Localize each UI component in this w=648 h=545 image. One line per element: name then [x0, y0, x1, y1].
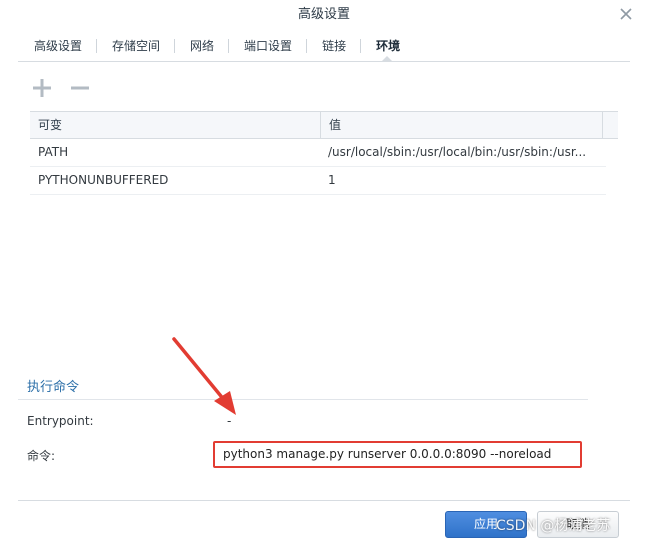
tab-port-settings[interactable]: 端口设置 [228, 32, 306, 61]
section-divider [18, 399, 588, 400]
env-variable-name: PYTHONUNBUFFERED [38, 173, 169, 187]
table-row[interactable]: PATH /usr/local/sbin:/usr/local/bin:/usr… [30, 139, 606, 167]
table-header: 可变 值 [30, 111, 618, 139]
command-field[interactable]: python3 manage.py runserver 0.0.0.0:8090… [213, 441, 582, 468]
env-variable-value: /usr/local/sbin:/usr/local/bin:/usr/sbin… [328, 145, 587, 159]
minus-icon[interactable] [68, 76, 92, 100]
tab-storage[interactable]: 存储空间 [96, 32, 174, 61]
tab-network[interactable]: 网络 [174, 32, 228, 61]
window-title: 高级设置 [297, 7, 350, 22]
tab-bar: 高级设置 存储空间 网络 端口设置 链接 环境 [18, 30, 630, 63]
plus-icon[interactable] [30, 76, 54, 100]
apply-button[interactable]: 应用 [445, 511, 527, 538]
tab-environment-label: 环境 [376, 39, 401, 53]
footer-divider [18, 500, 630, 501]
close-icon[interactable] [618, 6, 634, 22]
env-variable-value: 1 [328, 173, 336, 187]
env-toolbar [30, 76, 92, 100]
column-header-spacer [602, 112, 618, 138]
cancel-button[interactable]: 取消 [537, 511, 619, 538]
red-arrow-annotation [172, 337, 236, 415]
active-tab-indicator [382, 58, 393, 63]
table-row[interactable]: PYTHONUNBUFFERED 1 [30, 167, 606, 195]
env-variable-name: PATH [38, 145, 69, 159]
column-header-value[interactable]: 值 [320, 112, 602, 138]
entrypoint-label: Entrypoint: [27, 414, 94, 428]
environment-table: 可变 值 PATH /usr/local/sbin:/usr/local/bin… [30, 111, 618, 195]
command-label: 命令: [27, 449, 56, 463]
exec-section-title: 执行命令 [27, 380, 80, 395]
tab-links[interactable]: 链接 [306, 32, 360, 61]
column-header-variable[interactable]: 可变 [30, 112, 320, 138]
tab-environment[interactable]: 环境 [360, 32, 414, 63]
tab-advanced[interactable]: 高级设置 [18, 32, 96, 61]
